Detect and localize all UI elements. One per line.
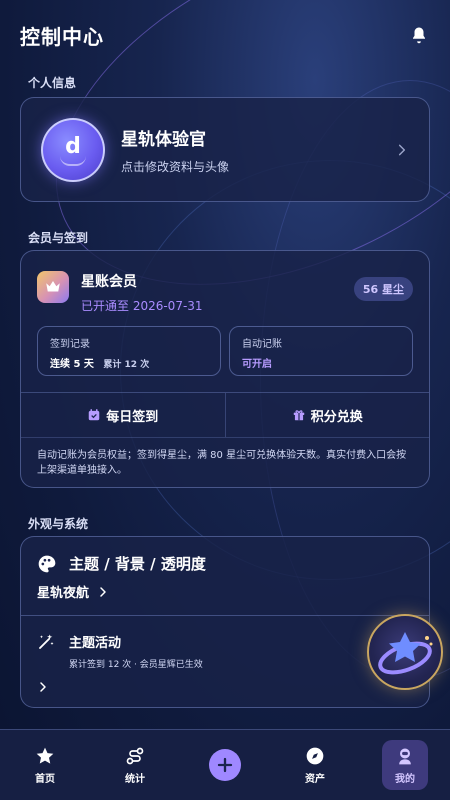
auto-bookkeeping-title: 自动记账 (242, 339, 282, 350)
gift-icon (293, 410, 304, 421)
nav-assets-label: 资产 (305, 773, 325, 785)
theme-emblem-icon[interactable] (367, 614, 443, 690)
star-icon (36, 747, 54, 764)
profile-card[interactable]: d 星轨体验官 点击修改资料与头像 (20, 97, 430, 202)
points-exchange-button[interactable]: 积分兑换 (224, 393, 430, 437)
auto-bookkeeping-status: 可开启 (242, 359, 272, 370)
checkin-record-box[interactable]: 签到记录 连续 5 天 累计 12 次 (37, 326, 221, 376)
daily-checkin-button[interactable]: 每日签到 (21, 393, 225, 437)
profile-subtitle: 点击修改资料与头像 (121, 159, 230, 174)
section-label-appearance: 外观与系统 (28, 517, 89, 531)
crown-icon (37, 271, 69, 303)
bell-icon[interactable] (408, 24, 430, 46)
nav-mine-label: 我的 (395, 773, 415, 785)
theme-event-subtitle: 累计签到 12 次 · 会员星辉已生效 (69, 660, 203, 670)
nav-stats-label: 统计 (125, 773, 145, 785)
nav-stats[interactable]: 统计 (90, 730, 180, 800)
nav-home[interactable]: 首页 (0, 730, 90, 800)
page-title: 控制中心 (20, 24, 104, 49)
plus-icon (209, 749, 241, 781)
bottom-navigation: 首页 统计 资产 我的 (0, 729, 450, 800)
astronaut-icon (399, 748, 411, 764)
nav-home-label: 首页 (35, 773, 55, 785)
section-label-membership: 会员与签到 (28, 231, 89, 245)
avatar[interactable]: d (41, 117, 105, 182)
theme-settings-label: 主题 / 背景 / 透明度 (69, 555, 206, 573)
section-label-profile: 个人信息 (28, 76, 77, 90)
chevron-right-icon (40, 682, 46, 692)
daily-checkin-label: 每日签到 (106, 409, 159, 425)
checkin-streak: 连续 5 天 (50, 359, 94, 370)
checkin-total: 累计 12 次 (103, 360, 150, 370)
top-header: 控制中心 (0, 0, 450, 70)
chevron-right-icon (100, 586, 106, 597)
nav-add[interactable] (180, 730, 270, 800)
theme-event-title: 主题活动 (69, 636, 122, 651)
membership-title: 星账会员 (81, 274, 137, 290)
nav-assets[interactable]: 资产 (270, 730, 360, 800)
membership-card: 星账会员 已开通至 2026-07-31 56 星尘 签到记录 连续 5 天 累… (20, 250, 430, 488)
nav-mine[interactable]: 我的 (360, 730, 450, 800)
auto-bookkeeping-box[interactable]: 自动记账 可开启 (229, 326, 413, 376)
magic-wand-icon (39, 634, 54, 649)
membership-status: 已开通至 2026-07-31 (81, 299, 203, 313)
theme-settings-row[interactable]: 主题 / 背景 / 透明度 星轨夜航 (21, 537, 429, 616)
stardust-badge: 56 星尘 (353, 277, 413, 301)
compass-icon (306, 747, 324, 764)
profile-name: 星轨体验官 (121, 129, 206, 150)
chart-route-icon (126, 747, 144, 764)
palette-icon (38, 555, 56, 572)
checkin-record-title: 签到记录 (50, 339, 90, 350)
membership-note: 自动记账为会员权益；签到得星尘，满 80 星尘可兑换体验天数。真实付费入口会按上… (37, 450, 407, 476)
theme-current-value: 星轨夜航 (37, 586, 90, 601)
chevron-right-icon (398, 144, 406, 155)
calendar-check-icon (88, 409, 100, 421)
points-exchange-label: 积分兑换 (310, 409, 363, 425)
